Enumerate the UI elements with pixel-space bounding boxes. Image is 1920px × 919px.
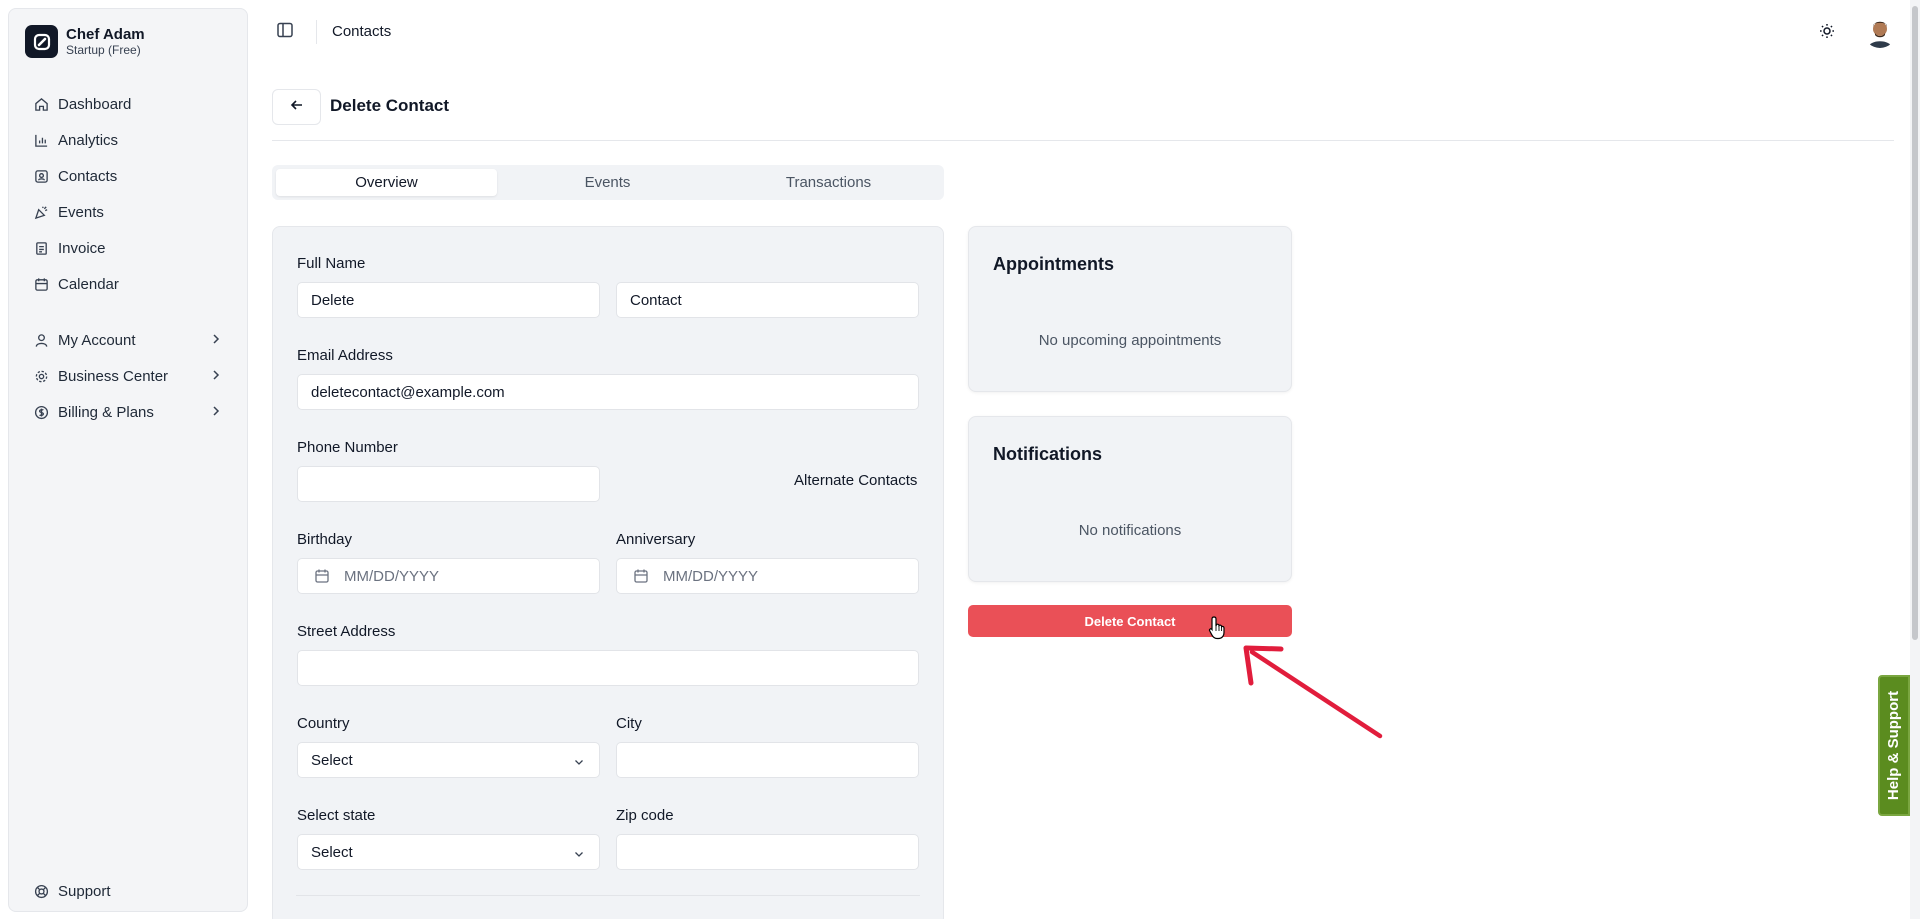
- alternate-contacts-link[interactable]: Alternate Contacts: [794, 472, 917, 489]
- form-divider: [296, 895, 920, 896]
- country-select-value: Select: [311, 751, 353, 769]
- page-title: Delete Contact: [330, 96, 450, 115]
- sidebar-item-label: Invoice: [58, 239, 106, 257]
- street-address-label: Street Address: [297, 623, 396, 640]
- sidebar-group-my-account[interactable]: My Account: [21, 325, 237, 355]
- panel-left-icon: [276, 21, 294, 44]
- back-button[interactable]: [272, 89, 321, 125]
- sidebar-item-events[interactable]: Events: [21, 197, 237, 227]
- anniversary-placeholder: MM/DD/YYYY: [663, 567, 759, 585]
- email-input[interactable]: deletecontact@example.com: [297, 374, 919, 410]
- brand[interactable]: Chef Adam Startup (Free): [25, 25, 145, 58]
- sidebar: Chef Adam Startup (Free) Dashboard Analy…: [8, 8, 248, 912]
- calendar-icon: [633, 568, 649, 584]
- sidebar-item-label: Billing & Plans: [58, 403, 154, 421]
- delete-contact-button[interactable]: Delete Contact: [968, 605, 1292, 637]
- sidebar-item-label: Calendar: [58, 275, 119, 293]
- sidebar-item-dashboard[interactable]: Dashboard: [21, 89, 237, 119]
- annotation-arrow: [1240, 640, 1390, 740]
- sidebar-toggle-button[interactable]: [273, 21, 297, 43]
- appointments-title: Appointments: [993, 254, 1114, 274]
- sidebar-item-label: Analytics: [58, 131, 119, 149]
- notifications-empty-text: No notifications: [1078, 522, 1182, 539]
- sidebar-item-label: My Account: [58, 331, 136, 349]
- user-name: Chef Adam: [66, 25, 145, 43]
- zip-code-input[interactable]: [616, 834, 919, 870]
- notifications-title: Notifications: [993, 444, 1103, 464]
- birthday-placeholder: MM/DD/YYYY: [344, 567, 440, 585]
- contacts-icon: [33, 168, 49, 184]
- state-select[interactable]: Select: [297, 834, 600, 870]
- state-select-value: Select: [311, 843, 353, 861]
- sidebar-item-label: Contacts: [58, 167, 118, 185]
- zip-code-label: Zip code: [616, 807, 674, 824]
- sidebar-item-label: Business Center: [58, 367, 169, 385]
- calendar-icon: [33, 276, 49, 292]
- anniversary-date-input[interactable]: MM/DD/YYYY: [616, 558, 919, 594]
- sidebar-item-label: Dashboard: [58, 95, 132, 113]
- help-support-tab[interactable]: Help & Support: [1878, 675, 1910, 816]
- document-icon: [33, 240, 49, 256]
- tab-overview[interactable]: Overview: [276, 169, 497, 196]
- chevron-down-icon: [573, 755, 585, 772]
- gear-icon: [33, 368, 49, 384]
- arrow-left-icon: [289, 97, 305, 118]
- brand-logo: [25, 25, 58, 58]
- chevron-right-icon: [211, 332, 221, 350]
- state-label: Select state: [297, 807, 376, 824]
- theme-toggle-button[interactable]: [1816, 22, 1838, 44]
- country-select[interactable]: Select: [297, 742, 600, 778]
- tab-events[interactable]: Events: [497, 169, 718, 196]
- sidebar-item-analytics[interactable]: Analytics: [21, 125, 237, 155]
- appointments-card: Appointments No upcoming appointments: [968, 226, 1292, 392]
- hand-cursor-icon: [1208, 615, 1228, 641]
- phone-label: Phone Number: [297, 439, 398, 456]
- chevron-right-icon: [211, 368, 221, 386]
- birthday-date-input[interactable]: MM/DD/YYYY: [297, 558, 600, 594]
- user-icon: [33, 332, 49, 348]
- dollar-circle-icon: [33, 404, 49, 420]
- sidebar-item-calendar[interactable]: Calendar: [21, 269, 237, 299]
- home-icon: [33, 96, 49, 112]
- chevron-right-icon: [211, 404, 221, 422]
- first-name-input[interactable]: Delete: [297, 282, 600, 318]
- lifebuoy-icon: [33, 883, 49, 899]
- help-support-label: Help & Support: [1885, 690, 1903, 801]
- city-input[interactable]: [616, 742, 919, 778]
- tab-bar: Overview Events Transactions: [272, 165, 944, 200]
- sidebar-group-business-center[interactable]: Business Center: [21, 361, 237, 391]
- sidebar-item-label: Support: [58, 882, 111, 900]
- city-label: City: [616, 715, 642, 732]
- last-name-input[interactable]: Contact: [616, 282, 919, 318]
- anniversary-label: Anniversary: [616, 531, 696, 548]
- breadcrumb[interactable]: Contacts: [332, 23, 391, 40]
- sidebar-item-invoice[interactable]: Invoice: [21, 233, 237, 263]
- sun-icon: [1819, 23, 1835, 44]
- full-name-label: Full Name: [297, 255, 366, 272]
- avatar[interactable]: [1864, 16, 1896, 48]
- phone-input[interactable]: [297, 466, 600, 502]
- street-address-input[interactable]: [297, 650, 919, 686]
- plan-name: Startup (Free): [66, 42, 141, 57]
- notifications-card: Notifications No notifications: [968, 416, 1292, 582]
- birthday-label: Birthday: [297, 531, 353, 548]
- bar-chart-icon: [33, 132, 49, 148]
- calendar-icon: [314, 568, 330, 584]
- sidebar-item-contacts[interactable]: Contacts: [21, 161, 237, 191]
- country-label: Country: [297, 715, 350, 732]
- sidebar-item-support[interactable]: Support: [21, 876, 237, 906]
- sidebar-item-label: Events: [58, 203, 104, 221]
- topbar-divider: [316, 20, 317, 44]
- chevron-down-icon: [573, 847, 585, 864]
- appointments-empty-text: No upcoming appointments: [1038, 332, 1222, 349]
- scrollbar-thumb[interactable]: [1912, 6, 1918, 640]
- sidebar-group-billing-plans[interactable]: Billing & Plans: [21, 397, 237, 427]
- party-popper-icon: [33, 204, 49, 220]
- tab-transactions[interactable]: Transactions: [718, 169, 939, 196]
- header-divider: [272, 140, 1894, 141]
- email-label: Email Address: [297, 347, 393, 364]
